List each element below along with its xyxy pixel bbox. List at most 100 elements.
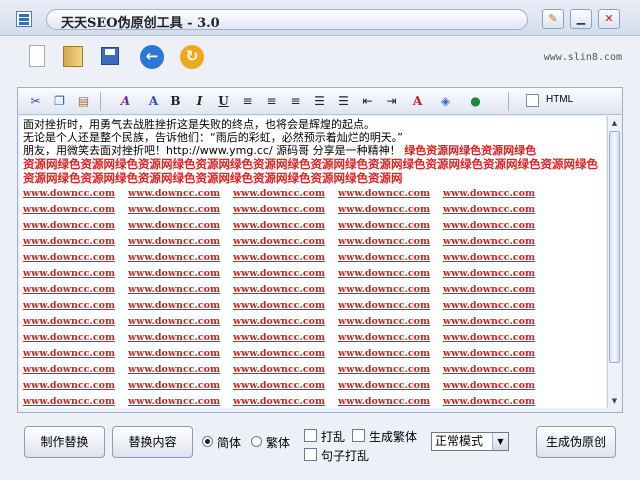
link-item[interactable]: www.downcc.com: [128, 187, 233, 200]
align-left-icon[interactable]: ≡: [238, 92, 257, 111]
minimize-button[interactable]: ▁: [570, 9, 592, 29]
scroll-down-icon[interactable]: ▼: [608, 394, 621, 408]
link-item[interactable]: www.downcc.com: [338, 219, 443, 232]
back-button[interactable]: ←: [138, 43, 166, 71]
link-item[interactable]: www.downcc.com: [23, 299, 128, 312]
link-item[interactable]: www.downcc.com: [338, 299, 443, 312]
make-replace-button[interactable]: 制作替换: [24, 426, 105, 458]
link-item[interactable]: www.downcc.com: [128, 299, 233, 312]
link-item[interactable]: www.downcc.com: [338, 251, 443, 264]
generate-button[interactable]: 生成伪原创: [536, 426, 616, 458]
link-item[interactable]: www.downcc.com: [128, 219, 233, 232]
link-item[interactable]: www.downcc.com: [233, 267, 338, 280]
open-button[interactable]: [60, 43, 88, 71]
link-item[interactable]: www.downcc.com: [233, 299, 338, 312]
link-item[interactable]: www.downcc.com: [338, 347, 443, 360]
italic-button[interactable]: I: [190, 92, 209, 111]
font-size-icon[interactable]: A: [144, 92, 163, 111]
link-item[interactable]: www.downcc.com: [338, 379, 443, 392]
link-item[interactable]: www.downcc.com: [338, 267, 443, 280]
font-color-icon[interactable]: A: [408, 92, 427, 111]
link-item[interactable]: www.downcc.com: [443, 251, 548, 264]
link-item[interactable]: www.downcc.com: [23, 187, 128, 200]
link-item[interactable]: www.downcc.com: [443, 347, 548, 360]
chevron-down-icon[interactable]: ▼: [492, 433, 508, 450]
link-item[interactable]: www.downcc.com: [23, 331, 128, 344]
paste-icon[interactable]: ▤: [74, 92, 93, 111]
link-item[interactable]: www.downcc.com: [23, 363, 128, 376]
link-item[interactable]: www.downcc.com: [443, 299, 548, 312]
link-item[interactable]: www.downcc.com: [128, 267, 233, 280]
link-item[interactable]: www.downcc.com: [443, 363, 548, 376]
link-item[interactable]: www.downcc.com: [128, 315, 233, 328]
font-family-icon[interactable]: A: [116, 92, 135, 111]
link-item[interactable]: www.downcc.com: [233, 395, 338, 408]
editor-text-area[interactable]: 面对挫折时，用勇气去战胜挫折这是失败的终点，也将会是辉煌的起点。 无论是个人还是…: [20, 116, 606, 408]
link-item[interactable]: www.downcc.com: [128, 235, 233, 248]
underline-button[interactable]: U: [214, 92, 233, 111]
link-item[interactable]: www.downcc.com: [128, 283, 233, 296]
link-item[interactable]: www.downcc.com: [233, 363, 338, 376]
align-right-icon[interactable]: ≡: [286, 92, 305, 111]
link-item[interactable]: www.downcc.com: [128, 379, 233, 392]
link-item[interactable]: www.downcc.com: [443, 379, 548, 392]
align-center-icon[interactable]: ≡: [262, 92, 281, 111]
link-item[interactable]: www.downcc.com: [443, 315, 548, 328]
link-item[interactable]: www.downcc.com: [233, 251, 338, 264]
copy-icon[interactable]: ❐: [50, 92, 69, 111]
link-item[interactable]: www.downcc.com: [338, 187, 443, 200]
redo-button[interactable]: ↻: [178, 43, 206, 71]
link-item[interactable]: www.downcc.com: [23, 219, 128, 232]
numbered-list-icon[interactable]: ☰: [310, 92, 329, 111]
indent-icon[interactable]: ⇥: [382, 92, 401, 111]
link-item[interactable]: www.downcc.com: [23, 283, 128, 296]
close-button[interactable]: ✕: [598, 9, 620, 29]
mode-select[interactable]: 正常模式 ▼: [431, 432, 509, 451]
link-item[interactable]: www.downcc.com: [443, 235, 548, 248]
link-item[interactable]: www.downcc.com: [443, 395, 548, 408]
traditional-radio[interactable]: [251, 436, 262, 447]
app-icon[interactable]: [16, 11, 32, 27]
shuffle-checkbox[interactable]: [304, 429, 317, 442]
link-item[interactable]: www.downcc.com: [338, 331, 443, 344]
link-item[interactable]: www.downcc.com: [233, 315, 338, 328]
html-checkbox[interactable]: [526, 94, 539, 107]
link-item[interactable]: www.downcc.com: [443, 203, 548, 216]
sentence-shuffle-checkbox[interactable]: [304, 448, 317, 461]
link-item[interactable]: www.downcc.com: [233, 347, 338, 360]
link-item[interactable]: www.downcc.com: [443, 283, 548, 296]
gen-traditional-checkbox[interactable]: [352, 429, 365, 442]
link-icon[interactable]: ●: [466, 92, 485, 111]
link-item[interactable]: www.downcc.com: [233, 187, 338, 200]
replace-content-button[interactable]: 替换内容: [112, 426, 193, 458]
link-item[interactable]: www.downcc.com: [443, 187, 548, 200]
link-item[interactable]: www.downcc.com: [23, 347, 128, 360]
link-item[interactable]: www.downcc.com: [128, 203, 233, 216]
save-button[interactable]: [97, 43, 125, 71]
link-item[interactable]: www.downcc.com: [23, 267, 128, 280]
link-item[interactable]: www.downcc.com: [338, 363, 443, 376]
link-item[interactable]: www.downcc.com: [443, 331, 548, 344]
link-item[interactable]: www.downcc.com: [128, 251, 233, 264]
link-item[interactable]: www.downcc.com: [128, 331, 233, 344]
link-item[interactable]: www.downcc.com: [233, 283, 338, 296]
link-item[interactable]: www.downcc.com: [23, 203, 128, 216]
link-item[interactable]: www.downcc.com: [23, 379, 128, 392]
link-item[interactable]: www.downcc.com: [338, 235, 443, 248]
link-item[interactable]: www.downcc.com: [233, 331, 338, 344]
bullet-list-icon[interactable]: ☰: [334, 92, 353, 111]
link-item[interactable]: www.downcc.com: [443, 267, 548, 280]
highlight-color-icon[interactable]: ◈: [436, 92, 455, 111]
link-item[interactable]: www.downcc.com: [128, 395, 233, 408]
link-item[interactable]: www.downcc.com: [23, 315, 128, 328]
cut-icon[interactable]: ✂: [26, 92, 45, 111]
scroll-up-icon[interactable]: ▲: [608, 116, 621, 130]
link-item[interactable]: www.downcc.com: [443, 219, 548, 232]
simplified-radio[interactable]: [202, 436, 213, 447]
new-button[interactable]: [24, 43, 52, 71]
link-item[interactable]: www.downcc.com: [233, 379, 338, 392]
link-item[interactable]: www.downcc.com: [338, 395, 443, 408]
link-item[interactable]: www.downcc.com: [23, 395, 128, 408]
vertical-scrollbar[interactable]: ▲ ▼: [607, 116, 621, 408]
link-item[interactable]: www.downcc.com: [338, 203, 443, 216]
